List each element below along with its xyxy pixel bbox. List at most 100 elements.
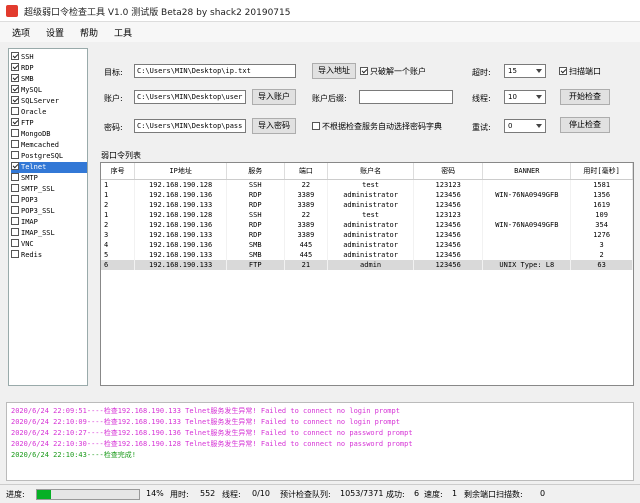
table-row[interactable]: 5 192.168.190.133 SMB 445 administrator 12345… [101,249,633,260]
service-item-imap[interactable]: IMAP [11,217,87,228]
table-row[interactable]: 1 192.168.190.128 SSH 22 test 123123 109 [101,209,633,220]
menu-bar: 选项 设置 帮助 工具 [0,22,640,42]
menu-help[interactable]: 帮助 [80,26,98,39]
checkbox-icon[interactable] [11,140,19,148]
table-row[interactable]: 2 192.168.190.136 RDP 3389 administrator 1234… [101,219,633,230]
service-item-mongodb[interactable]: MongoDB [11,129,87,140]
checkbox-icon[interactable] [11,74,19,82]
table-row[interactable]: 4 192.168.190.136 SMB 445 administrator 12345… [101,239,633,250]
menu-settings[interactable]: 设置 [46,26,64,39]
menu-tools[interactable]: 工具 [114,26,132,39]
checkbox-icon[interactable] [11,173,19,181]
service-item-vnc[interactable]: VNC [11,239,87,250]
queue-value: 1053/7371 [340,489,384,498]
progress-label: 进度: [6,490,25,499]
service-item-rdp[interactable]: RDP [11,63,87,74]
checkbox-icon[interactable] [11,118,19,126]
results-table[interactable]: 序号 IP地址 服务 端口 账户名 密码 BANNER 用时[毫秒] 1 192.168.190… [100,162,634,386]
service-item-pop3_ssl[interactable]: POP3_SSL [11,206,87,217]
table-row[interactable]: 6 192.168.190.133 FTP 21 admin 123456 UNIX Typ… [101,259,633,270]
auto-dict-checkbox[interactable]: 不根据检查服务自动选择密码字典 [312,121,442,132]
remaining-value: 0 [540,489,546,498]
table-cell: 3 [101,229,136,240]
column-header[interactable]: 用时[毫秒] [570,163,633,180]
checkbox-icon[interactable] [11,162,19,170]
checkbox-icon[interactable] [11,63,19,71]
service-item-ftp[interactable]: FTP [11,118,87,129]
checkbox-icon[interactable] [11,195,19,203]
app-icon [6,5,18,17]
service-item-ssh[interactable]: SSH [11,52,87,63]
start-check-button[interactable]: 开始检查 [560,89,610,105]
service-item-smtp_ssl[interactable]: SMTP_SSL [11,184,87,195]
import-target-button[interactable]: 导入地址 [312,63,356,79]
table-row[interactable]: 3 192.168.190.133 RDP 3389 administrator 1234… [101,229,633,240]
service-item-imap_ssl[interactable]: IMAP_SSL [11,228,87,239]
column-header[interactable]: 账户名 [327,163,414,180]
account-input[interactable]: C:\Users\MIN\Desktop\user [134,90,246,104]
table-cell [482,239,572,250]
service-item-postgresql[interactable]: PostgreSQL [11,151,87,162]
checkbox-icon[interactable] [11,250,19,258]
service-item-smb[interactable]: SMB [11,74,87,85]
column-header[interactable]: 密码 [413,163,484,180]
table-cell: 3389 [284,189,329,200]
queue-label: 预计检查队列: [280,490,331,499]
service-item-memcached[interactable]: Memcached [11,140,87,151]
column-header[interactable]: 服务 [226,163,285,180]
service-item-oracle[interactable]: Oracle [11,107,87,118]
only-one-account-checkbox[interactable]: 只破解一个账户 [360,66,426,77]
timeout-select[interactable]: 15 [504,64,546,78]
import-password-button[interactable]: 导入密码 [252,118,296,134]
checkbox-icon[interactable] [11,184,19,192]
table-row[interactable]: 1 192.168.190.136 RDP 3389 administrator 1234… [101,189,633,200]
service-item-redis[interactable]: Redis [11,250,87,261]
service-item-label: Telnet [21,163,47,171]
table-row[interactable]: 1 192.168.190.128 SSH 22 test 123123 1581 [101,179,633,190]
threads-select[interactable]: 10 [504,90,546,104]
log-panel[interactable]: 2020/6/24 22:09:51----检查192.168.190.133 … [6,402,634,481]
column-header[interactable]: BANNER [482,163,572,180]
column-header[interactable]: 序号 [101,163,136,180]
table-cell: WIN-76NA0949GFB [482,189,572,200]
service-item-label: Oracle [21,108,47,116]
suffix-input[interactable] [359,90,453,104]
service-item-label: RDP [21,64,34,72]
table-cell: 1276 [570,229,633,240]
table-row[interactable]: 2 192.168.190.133 RDP 3389 administrator 1234… [101,199,633,210]
service-item-pop3[interactable]: POP3 [11,195,87,206]
scan-port-label: 扫描端口 [569,67,601,76]
password-input[interactable]: C:\Users\MIN\Desktop\pass [134,119,246,133]
column-header[interactable]: IP地址 [134,163,227,180]
password-label: 密码: [104,123,123,132]
import-account-button[interactable]: 导入账户 [252,89,296,105]
checkbox-icon[interactable] [11,129,19,137]
menu-options[interactable]: 选项 [12,26,30,39]
service-item-mysql[interactable]: MySQL [11,85,87,96]
elapsed-value: 552 [200,489,216,498]
service-item-telnet[interactable]: Telnet [11,162,87,173]
scan-port-checkbox[interactable]: 扫描端口 [559,66,601,77]
log-line: 2020/6/24 22:09:51----检查192.168.190.133 … [11,407,400,415]
table-cell: 1 [101,189,136,200]
checkbox-icon[interactable] [11,217,19,225]
table-cell: 123456 [413,219,484,230]
target-input[interactable]: C:\Users\MIN\Desktop\ip.txt [134,64,296,78]
checkbox-icon[interactable] [11,96,19,104]
checkbox-icon[interactable] [11,206,19,214]
checkbox-icon[interactable] [11,239,19,247]
service-item-sqlserver[interactable]: SQLServer [11,96,87,107]
status-bar: 进度: 14% 用时: 552 线程: 0/10 预计检查队列: 1053/73… [0,484,640,503]
progress-bar [36,489,140,500]
retry-select[interactable]: 0 [504,119,546,133]
suffix-label: 账户后缀: [312,94,347,103]
checkbox-icon[interactable] [11,107,19,115]
checkbox-icon[interactable] [11,52,19,60]
checkbox-icon[interactable] [11,228,19,236]
table-cell: test [327,179,414,190]
checkbox-icon[interactable] [11,151,19,159]
checkbox-icon[interactable] [11,85,19,93]
column-header[interactable]: 端口 [284,163,329,180]
stop-check-button[interactable]: 停止检查 [560,117,610,133]
service-item-smtp[interactable]: SMTP [11,173,87,184]
